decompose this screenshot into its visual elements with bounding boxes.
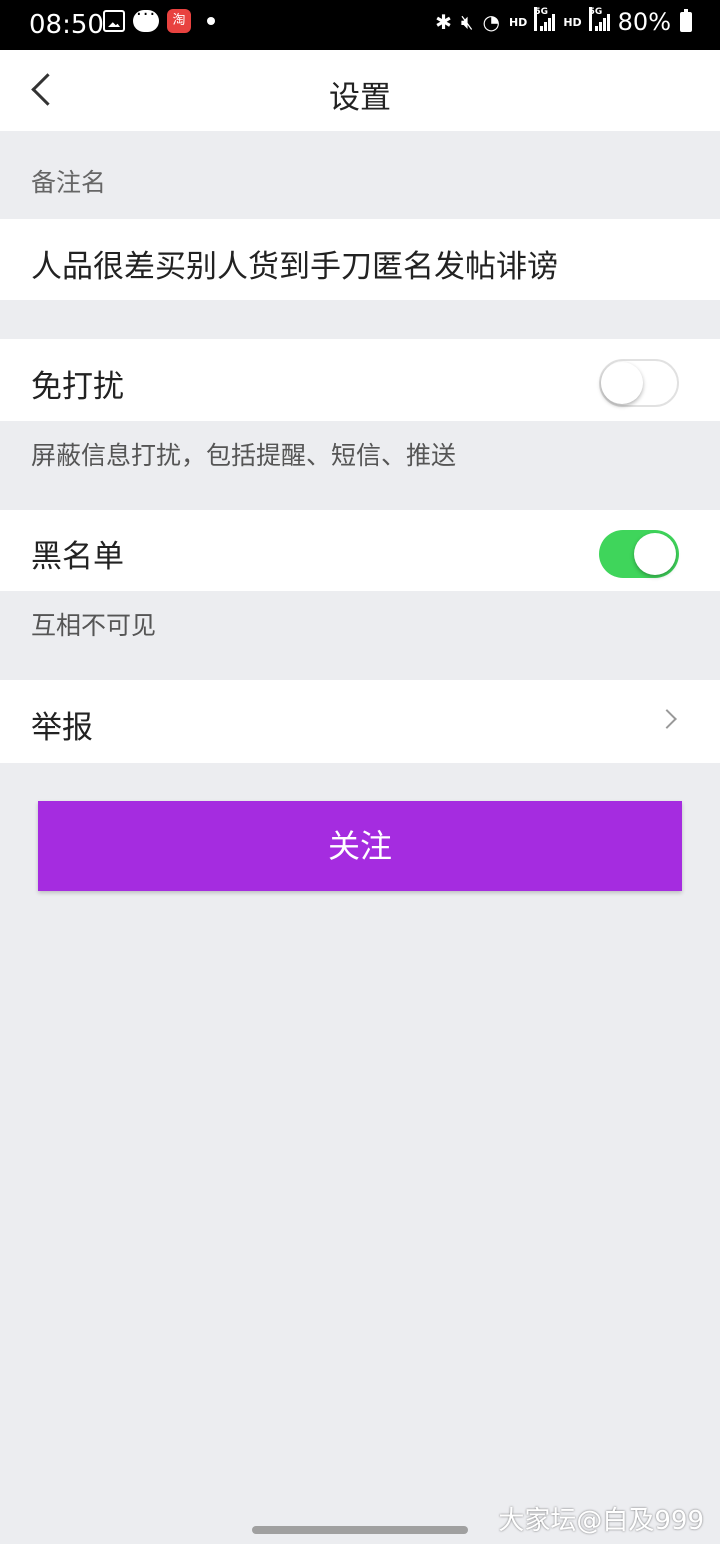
system-icons: ✱ 🔇︎ ◔ HD 5G HD 5G 80% — [435, 7, 692, 36]
signal-5g-label-2: 5G — [588, 7, 602, 31]
do-not-disturb-row: 免打扰 — [0, 339, 720, 421]
remark-label: 备注名 — [31, 168, 107, 197]
blacklist-row: 黑名单 — [0, 510, 720, 591]
follow-button[interactable]: 关注 — [38, 801, 682, 891]
toggle-knob — [634, 533, 676, 575]
hd-label-2: HD — [563, 15, 582, 29]
taobao-icon: 淘 — [167, 9, 191, 33]
bluetooth-icon: ✱ — [435, 10, 452, 34]
battery-percent: 80% — [617, 8, 671, 36]
mute-icon: 🔇︎ — [460, 10, 474, 34]
wifi-icon: ◔ — [482, 10, 500, 34]
blacklist-toggle[interactable] — [599, 530, 679, 578]
top-bar: 设置 — [0, 50, 720, 131]
signal-icon-2: 5G — [588, 7, 610, 31]
do-not-disturb-hint: 屏蔽信息打扰，包括提醒、短信、推送 — [31, 441, 457, 470]
remark-row[interactable]: 人品很差买别人货到手刀匿名发帖诽谤 — [0, 219, 720, 300]
page-title: 设置 — [329, 80, 391, 116]
status-time: 08:50 — [29, 10, 104, 40]
chevron-right-icon — [657, 709, 677, 729]
blacklist-hint: 互相不可见 — [31, 611, 157, 640]
gallery-icon — [103, 10, 125, 32]
more-notifications-dot-icon — [207, 17, 215, 25]
toggle-knob — [601, 362, 643, 404]
do-not-disturb-toggle[interactable] — [599, 359, 679, 407]
home-indicator[interactable] — [252, 1526, 468, 1534]
signal-5g-label: 5G — [534, 7, 548, 31]
message-icon — [133, 4, 159, 32]
report-row[interactable]: 举报 — [0, 680, 720, 763]
signal-icon: 5G — [534, 7, 556, 31]
hd-label: HD — [508, 15, 528, 29]
blacklist-label: 黑名单 — [31, 539, 124, 575]
remark-value[interactable]: 人品很差买别人货到手刀匿名发帖诽谤 — [31, 241, 558, 286]
notification-icons: 淘 — [103, 4, 215, 33]
battery-icon — [680, 9, 692, 32]
report-label: 举报 — [31, 710, 93, 746]
status-bar: 08:50 淘 ✱ 🔇︎ ◔ HD 5G HD 5G 80% — [0, 0, 720, 50]
watermark: 大家坛@白及999 — [498, 1506, 704, 1536]
do-not-disturb-label: 免打扰 — [31, 369, 124, 405]
